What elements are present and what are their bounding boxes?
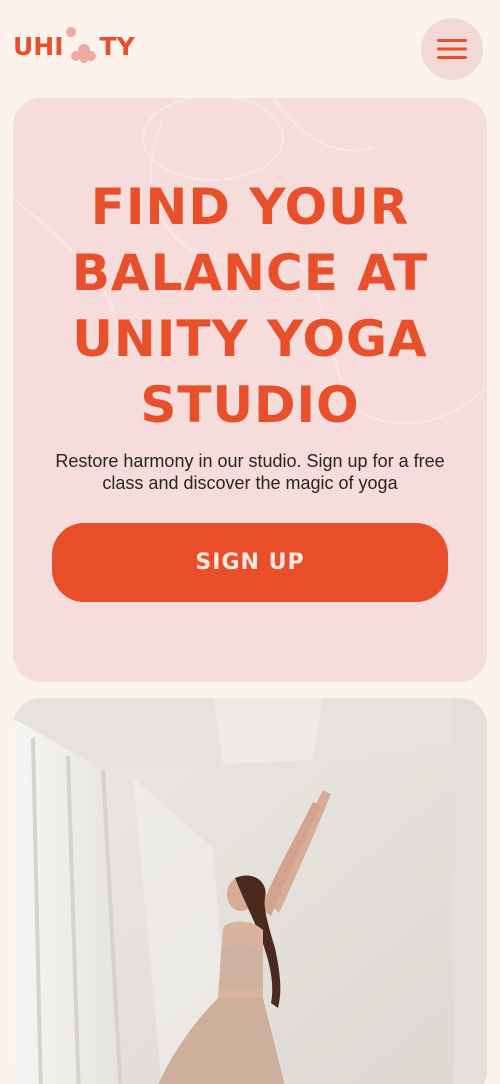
yoga-woman-photo [13, 698, 487, 1084]
hero-card: FIND YOUR BALANCE AT UNITY YOGA STUDIO R… [13, 98, 487, 682]
sign-up-button[interactable]: SIGN UP [52, 523, 448, 602]
logo-text-right: TY [99, 31, 135, 61]
flower-icon [64, 26, 100, 66]
hamburger-menu-icon [437, 39, 467, 59]
yoga-photo [13, 698, 487, 1084]
logo-text-left: UHI [13, 31, 64, 61]
menu-button[interactable] [421, 18, 483, 80]
logo[interactable]: UHI TY [13, 26, 135, 66]
hero-title: FIND YOUR BALANCE AT UNITY YOGA STUDIO [71, 178, 429, 434]
hero-subtitle: Restore harmony in our studio. Sign up f… [55, 451, 445, 493]
site-header: UHI TY [0, 0, 500, 98]
